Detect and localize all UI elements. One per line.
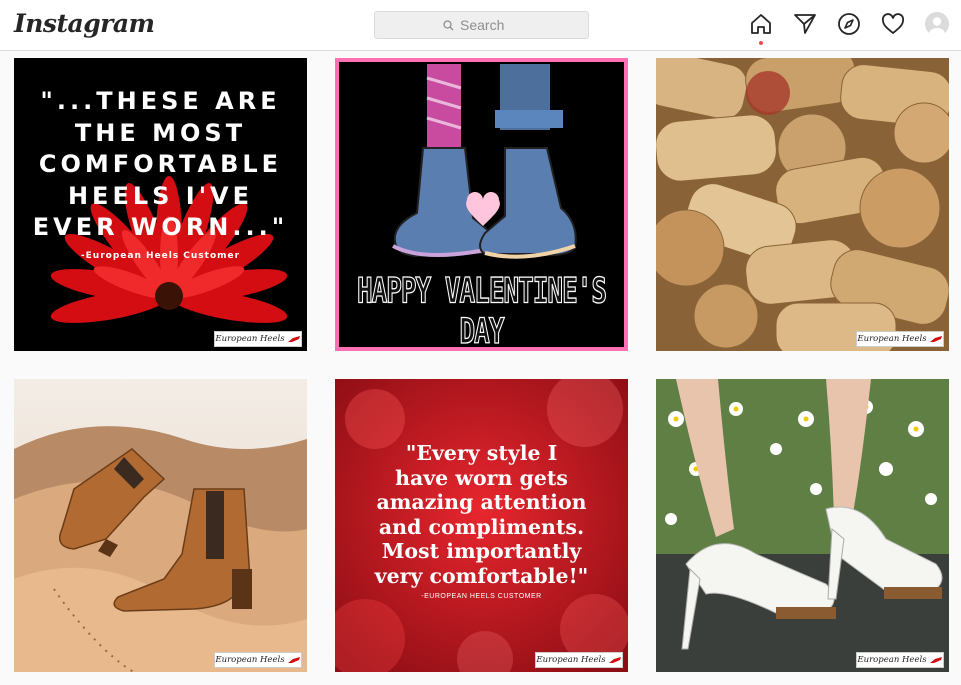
post-tile[interactable]: HAPPY VALENTINE'S DAY: [335, 58, 628, 351]
shoe-logo-icon: [287, 334, 301, 344]
search-box[interactable]: [374, 11, 589, 39]
brand-watermark: European Heels: [856, 652, 944, 668]
post-attribution: -European Heels Customer: [80, 251, 241, 261]
white-sandals-image: [656, 379, 949, 672]
brand-watermark: European Heels: [535, 652, 623, 668]
active-indicator: [759, 41, 763, 45]
direct-icon[interactable]: [793, 12, 817, 36]
home-icon[interactable]: [749, 12, 773, 45]
valentine-caption: HAPPY VALENTINE'S DAY: [356, 271, 607, 351]
top-navigation-bar: Instagram: [0, 0, 961, 51]
shoe-logo-icon: [608, 655, 622, 665]
post-tile[interactable]: "Every style I have worn gets amazing at…: [335, 379, 628, 672]
brand-logo: European Heels: [536, 655, 606, 665]
brand-logo: European Heels: [857, 655, 927, 665]
brand-logo: European Heels: [215, 334, 285, 344]
brand-watermark: European Heels: [856, 331, 944, 347]
ankle-boots-image: [14, 379, 307, 672]
explore-icon[interactable]: [837, 12, 861, 36]
instagram-logo[interactable]: Instagram: [14, 9, 155, 38]
brand-watermark: European Heels: [214, 331, 302, 347]
shoe-logo-icon: [287, 655, 301, 665]
post-quote: "Every style I have worn gets amazing at…: [374, 441, 589, 588]
shoe-logo-icon: [929, 655, 943, 665]
post-tile[interactable]: European Heels: [656, 58, 949, 351]
nav-icons: [749, 12, 949, 45]
search-input[interactable]: [460, 17, 520, 33]
brand-watermark: European Heels: [214, 652, 302, 668]
post-tile[interactable]: European Heels: [656, 379, 949, 672]
brand-logo: European Heels: [215, 655, 285, 665]
post-tile[interactable]: European Heels: [14, 379, 307, 672]
brand-logo: European Heels: [857, 334, 927, 344]
post-tile[interactable]: "...THESE ARE THE MOST COMFORTABLE HEELS…: [14, 58, 307, 351]
search-icon: [443, 19, 454, 31]
shoe-logo-icon: [929, 334, 943, 344]
profile-avatar[interactable]: [925, 12, 949, 36]
post-quote: "...THESE ARE THE MOST COMFORTABLE HEELS…: [32, 87, 289, 241]
wine-corks-image: [656, 58, 949, 351]
heart-icon[interactable]: [881, 12, 905, 36]
post-attribution: -EUROPEAN HEELS CUSTOMER: [421, 593, 542, 600]
